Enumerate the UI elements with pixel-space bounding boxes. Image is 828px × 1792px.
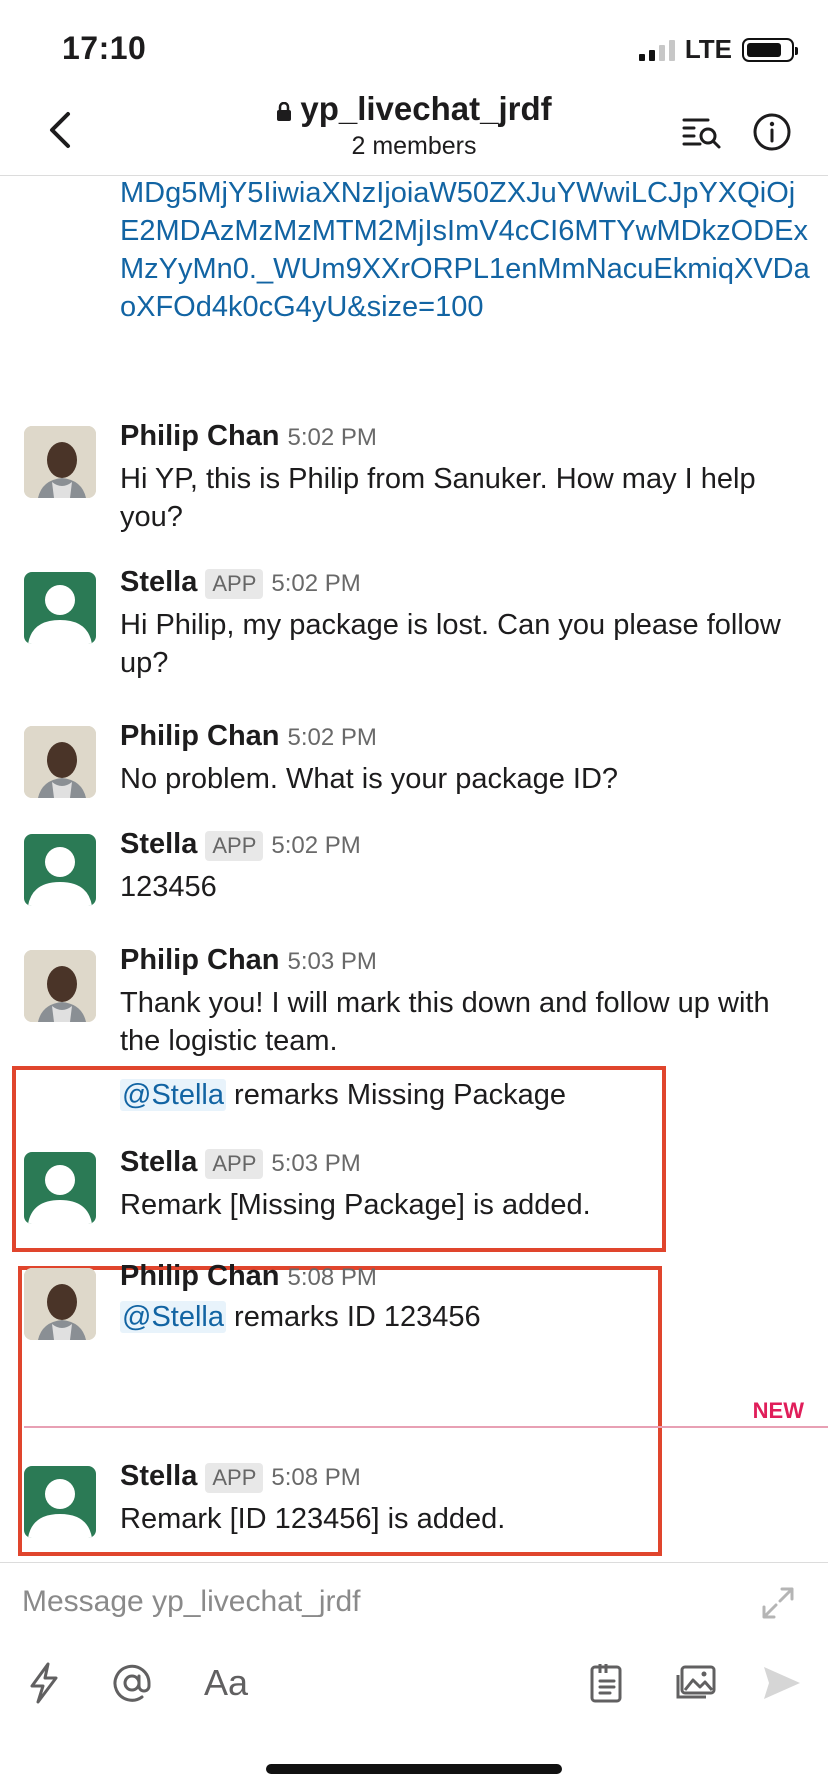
message-header: Philip Chan 5:02 PM (120, 420, 377, 453)
app-badge: APP (205, 831, 264, 861)
message-header: Stella APP 5:08 PM (120, 1460, 361, 1493)
message-composer: Message yp_livechat_jrdf Aa (0, 1562, 828, 1792)
message-time: 5:03 PM (271, 1150, 361, 1177)
message-text-rest: remarks Missing Package (225, 1079, 567, 1111)
mention-icon[interactable] (108, 1659, 156, 1707)
avatar[interactable] (24, 1268, 96, 1340)
avatar[interactable] (24, 572, 96, 644)
expand-icon[interactable] (758, 1583, 798, 1623)
message-header: Philip Chan 5:02 PM (120, 720, 377, 753)
message-time: 5:02 PM (271, 570, 361, 597)
avatar[interactable] (24, 1466, 96, 1538)
status-indicators: LTE (638, 34, 798, 65)
send-icon[interactable] (758, 1659, 806, 1707)
message-header: Stella APP 5:02 PM (120, 566, 361, 599)
battery-icon (742, 37, 798, 62)
message-text: 123456 (120, 871, 217, 903)
new-messages-divider (24, 1426, 828, 1428)
clipboard-icon[interactable] (582, 1659, 630, 1707)
new-messages-label: NEW (752, 1398, 804, 1423)
message-text-rest: remarks ID 123456 (225, 1301, 481, 1333)
app-badge: APP (205, 1149, 264, 1179)
avatar[interactable] (24, 726, 96, 798)
message-text: Remark [Missing Package] is added. (120, 1189, 591, 1221)
home-indicator[interactable] (266, 1764, 562, 1774)
channel-header: yp_livechat_jrdf 2 members (0, 80, 828, 176)
signal-icon (638, 39, 675, 61)
author-name[interactable]: Stella (120, 1460, 197, 1493)
message-text: Thank you! I will mark this down and fol… (120, 987, 770, 1057)
author-name[interactable]: Philip Chan (120, 420, 280, 453)
info-icon[interactable] (750, 110, 794, 154)
shortcuts-icon[interactable] (20, 1659, 68, 1707)
author-name[interactable]: Stella (120, 828, 197, 861)
author-name[interactable]: Stella (120, 566, 197, 599)
avatar[interactable] (24, 834, 96, 906)
message-text: Hi YP, this is Philip from Sanuker. How … (120, 463, 756, 533)
message-time: 5:02 PM (287, 424, 377, 451)
message-header: Philip Chan 5:08 PM (120, 1260, 377, 1293)
network-label: LTE (684, 34, 732, 64)
status-time: 17:10 (62, 30, 147, 66)
channel-name: yp_livechat_jrdf (300, 90, 552, 127)
avatar[interactable] (24, 426, 96, 498)
message-header: Stella APP 5:02 PM (120, 828, 361, 861)
author-name[interactable]: Philip Chan (120, 944, 280, 977)
mention-link[interactable]: @Stella (120, 1301, 226, 1333)
message-time: 5:02 PM (287, 724, 377, 751)
message-link[interactable]: 0lNjg0ZTkzYjMtZjg0ZC01ODkyLWI0ZWItODc1OD… (120, 176, 810, 326)
message-time: 5:03 PM (287, 948, 377, 975)
app-badge: APP (205, 1463, 264, 1493)
message-time: 5:02 PM (271, 832, 361, 859)
message-text: Hi Philip, my package is lost. Can you p… (120, 609, 781, 679)
message-time: 5:08 PM (271, 1464, 361, 1491)
message-header: Philip Chan 5:03 PM (120, 944, 377, 977)
avatar[interactable] (24, 1152, 96, 1224)
author-name[interactable]: Stella (120, 1146, 197, 1179)
message-input[interactable]: Message yp_livechat_jrdf (22, 1585, 361, 1619)
message-header: Stella APP 5:03 PM (120, 1146, 361, 1179)
message-text: @Stella remarks Missing Package (120, 1076, 800, 1114)
message-list[interactable]: 0lNjg0ZTkzYjMtZjg0ZC01ODkyLWI0ZWItODc1OD… (0, 176, 828, 1562)
message-text: Remark [ID 123456] is added. (120, 1503, 506, 1535)
avatar[interactable] (24, 950, 96, 1022)
message-text: No problem. What is your package ID? (120, 763, 619, 795)
mention-link[interactable]: @Stella (120, 1079, 226, 1111)
app-badge: APP (205, 569, 264, 599)
message-time: 5:08 PM (287, 1264, 377, 1291)
image-icon[interactable] (672, 1659, 720, 1707)
format-text-button[interactable]: Aa (196, 1659, 256, 1707)
search-messages-icon[interactable] (680, 110, 724, 154)
lock-icon (276, 92, 292, 130)
author-name[interactable]: Philip Chan (120, 1260, 280, 1293)
message-text: @Stella remarks ID 123456 (120, 1298, 800, 1336)
author-name[interactable]: Philip Chan (120, 720, 280, 753)
